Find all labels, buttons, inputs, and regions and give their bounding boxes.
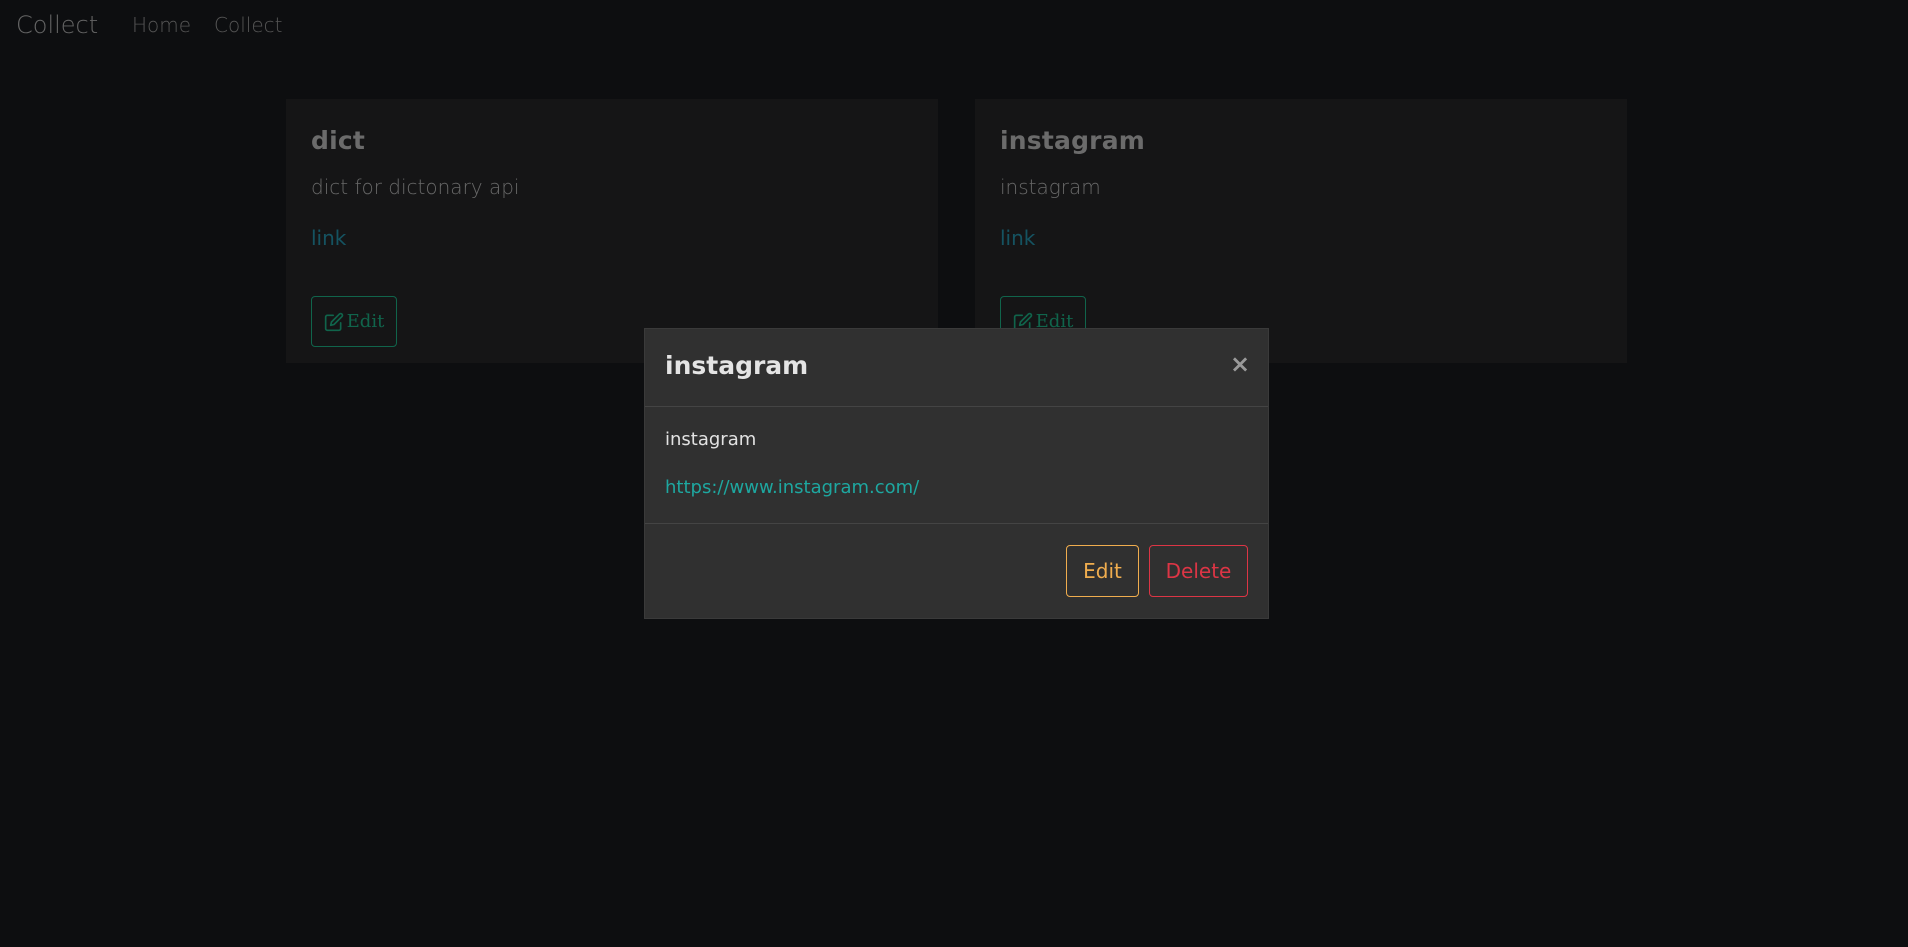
delete-button[interactable]: Delete [1149, 545, 1248, 597]
modal-header: instagram × [645, 329, 1268, 407]
detail-modal: instagram × instagram https://www.instag… [644, 328, 1269, 619]
modal-footer: Edit Delete [645, 524, 1268, 618]
edit-button[interactable]: Edit [1066, 545, 1139, 597]
modal-url-link[interactable]: https://www.instagram.com/ [665, 477, 919, 498]
close-icon[interactable]: × [1228, 350, 1252, 378]
page: Collect Home Collect dict dict for dicto… [0, 0, 1908, 947]
modal-title: instagram [665, 351, 809, 380]
modal-description: instagram [665, 429, 757, 450]
modal-body: instagram https://www.instagram.com/ [645, 407, 1268, 524]
